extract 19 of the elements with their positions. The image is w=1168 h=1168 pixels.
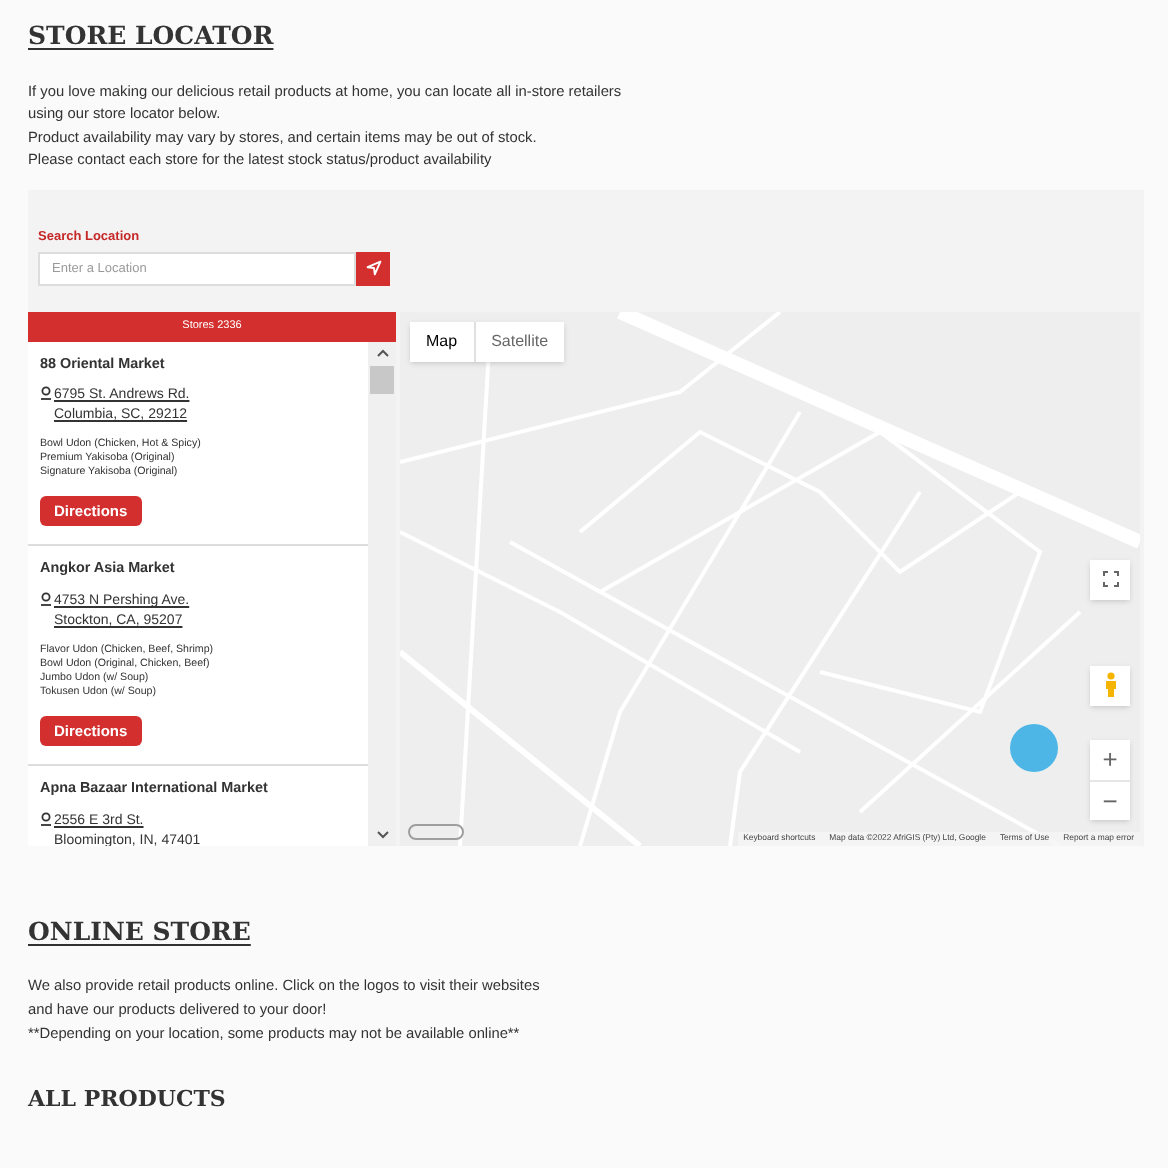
pin-icon xyxy=(40,811,52,826)
pin-icon xyxy=(40,591,52,606)
section-title: ALL PRODUCTS xyxy=(28,1083,226,1115)
section-title: STORE LOCATOR xyxy=(28,18,274,54)
section-title: ONLINE STORE xyxy=(28,913,251,950)
pin-icon xyxy=(40,386,52,401)
person-icon xyxy=(1103,672,1117,698)
scroll-down-icon[interactable] xyxy=(375,829,389,839)
scroll-up-icon[interactable] xyxy=(375,347,389,357)
zoom-out-button[interactable]: − xyxy=(1090,779,1130,819)
fullscreen-button[interactable] xyxy=(1090,559,1130,599)
scrollbar-thumb[interactable] xyxy=(370,365,394,393)
locate-button[interactable] xyxy=(356,251,390,285)
zoom-in-button[interactable]: + xyxy=(1090,739,1130,779)
map-type-tab[interactable]: Map xyxy=(410,321,474,361)
navigation-arrow-icon xyxy=(365,260,381,276)
map-type-tab[interactable]: Satellite xyxy=(473,321,565,361)
scrollbar[interactable] xyxy=(368,341,396,845)
fullscreen-icon xyxy=(1101,570,1119,588)
